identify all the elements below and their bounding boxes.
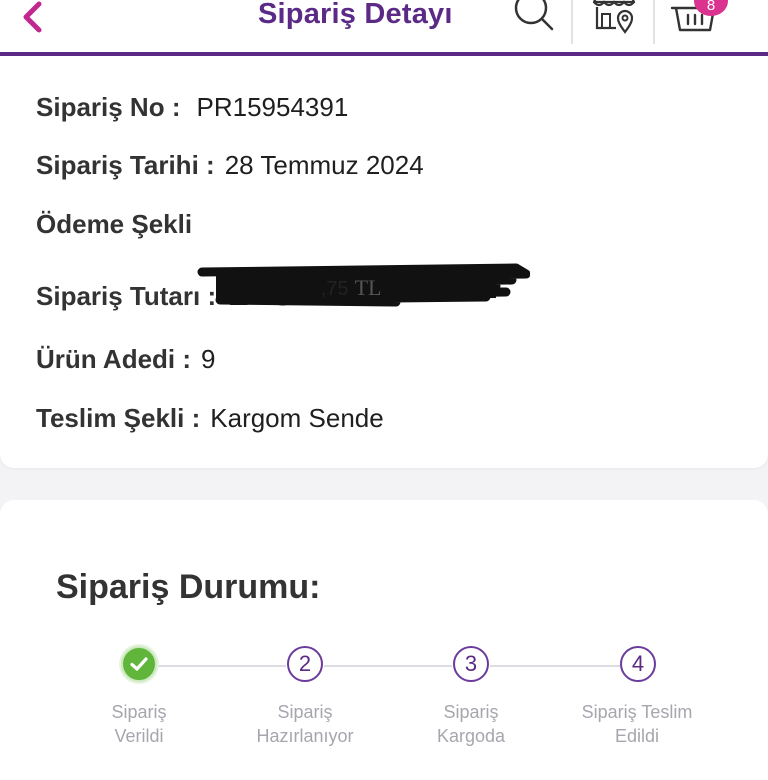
- item-count-label: Ürün Adedi :: [36, 344, 192, 374]
- step-4-marker: 4: [620, 646, 656, 682]
- page-title: Sipariş Detayı: [258, 0, 453, 30]
- step-connector: [324, 665, 452, 667]
- step-1-label: Sipariş Verildi: [64, 700, 214, 748]
- order-date-label: Sipariş Tarihi :: [36, 150, 215, 180]
- order-number-value: PR15954391: [196, 92, 349, 122]
- step-3-label-line2: Kargoda: [436, 726, 506, 746]
- step-connector: [158, 665, 286, 667]
- order-total-decimal: ,75: [320, 278, 349, 300]
- step-2-marker: 2: [287, 646, 323, 682]
- search-button[interactable]: [510, 0, 556, 34]
- app-header: Sipariş Detayı 8: [0, 0, 768, 56]
- search-icon: [514, 0, 554, 31]
- item-count-value: 9: [201, 344, 216, 374]
- step-4-label: Sipariş Teslim Edildi: [562, 700, 712, 748]
- order-info-card: Sipariş No : PR15954391 Sipariş Tarihi :…: [0, 56, 768, 468]
- back-chevron-icon: [23, 1, 42, 33]
- step-1-label-line2: Verildi: [114, 726, 164, 746]
- order-total-integer: 1495: [226, 274, 321, 314]
- order-total-currency: TL: [354, 275, 382, 300]
- step-4-label-line1: Sipariş Teslim: [581, 702, 693, 722]
- step-connector: [490, 665, 620, 667]
- step-3-label: Sipariş Kargoda: [396, 700, 546, 748]
- header-divider: [571, 0, 573, 44]
- step-2-label: Sipariş Hazırlanıyor: [230, 700, 380, 748]
- order-number-label: Sipariş No :: [36, 92, 181, 122]
- delivery-method-row: Teslim Şekli : Kargom Sende: [36, 403, 384, 434]
- step-1-marker: [121, 646, 157, 682]
- checkmark-icon: [130, 657, 148, 671]
- delivery-method-value: Kargom Sende: [210, 403, 384, 433]
- store-finder-button[interactable]: [590, 0, 638, 34]
- step-3-marker: 3: [453, 646, 489, 682]
- delivery-method-label: Teslim Şekli :: [36, 403, 201, 433]
- step-4-label-line2: Edildi: [614, 726, 660, 746]
- step-2-label-line2: Hazırlanıyor: [256, 726, 354, 746]
- order-total-row: Sipariş Tutarı : 1495 ,75 TL: [36, 274, 381, 314]
- order-date-row: Sipariş Tarihi : 28 Temmuz 2024: [36, 150, 424, 181]
- payment-method-label: Ödeme Şekli: [36, 209, 193, 239]
- payment-method-row: Ödeme Şekli: [36, 209, 192, 240]
- order-total-label: Sipariş Tutarı :: [36, 281, 217, 311]
- store-location-icon: [592, 0, 636, 34]
- back-button[interactable]: [14, 0, 54, 38]
- order-number-row: Sipariş No : PR15954391: [36, 92, 348, 123]
- order-date-value: 28 Temmuz 2024: [224, 150, 424, 180]
- status-title: Sipariş Durumu:: [56, 568, 321, 606]
- order-status-card: Sipariş Durumu: 2 3 4 Sipariş Verildi Si…: [0, 500, 768, 780]
- header-divider: [653, 0, 655, 44]
- step-1-label-line1: Sipariş: [111, 702, 167, 722]
- item-count-row: Ürün Adedi : 9: [36, 344, 216, 375]
- step-3-label-line1: Sipariş: [443, 702, 499, 722]
- step-2-label-line1: Sipariş: [277, 702, 333, 722]
